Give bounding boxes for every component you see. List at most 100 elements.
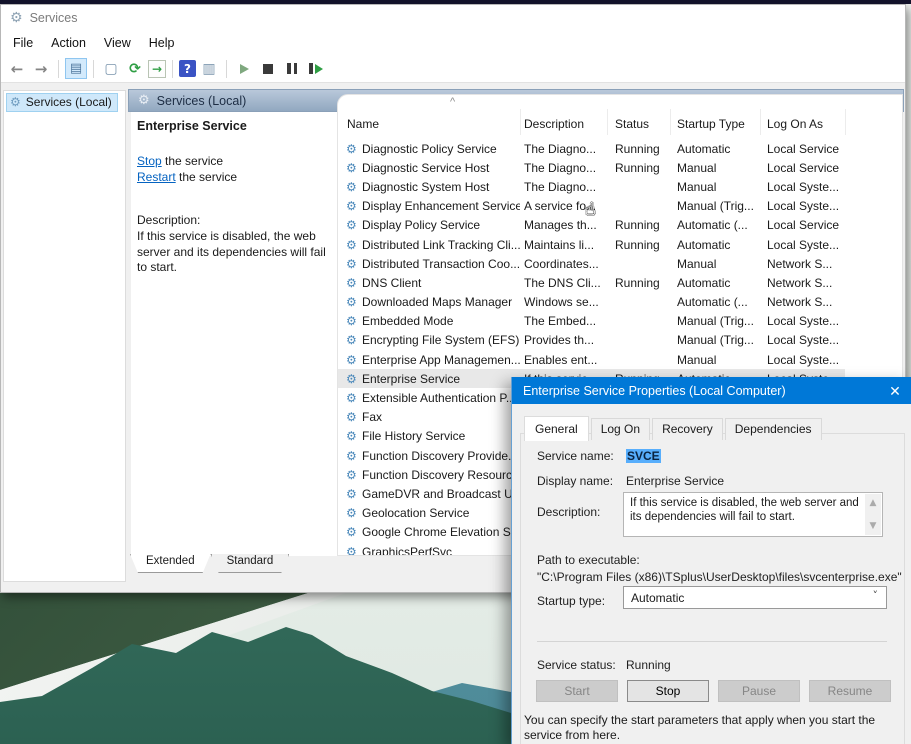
- service-action-links: Stop the service Restart the service: [137, 153, 237, 185]
- dialog-footer-text: You can specify the start parameters tha…: [524, 713, 896, 743]
- column-header-startup-type[interactable]: Startup Type: [677, 117, 745, 131]
- cell-description: The Embed...: [520, 314, 607, 328]
- startup-type-value: Automatic: [631, 591, 684, 605]
- export-list-icon[interactable]: →: [148, 60, 166, 78]
- stop-service-link[interactable]: Stop: [137, 154, 162, 168]
- table-row[interactable]: ⚙Downloaded Maps ManagerWindows se...Aut…: [338, 293, 845, 312]
- cell-startup-type: Automatic: [670, 238, 760, 252]
- console-tree-icon[interactable]: ▤: [65, 58, 87, 79]
- dialog-tabs: GeneralLog OnRecoveryDependencies: [524, 416, 824, 440]
- startup-type-label: Startup type:: [537, 594, 605, 608]
- table-row[interactable]: ⚙Diagnostic Service HostThe Diagno...Run…: [338, 158, 845, 177]
- column-header-description[interactable]: Description: [524, 117, 584, 131]
- cell-name: Function Discovery Resourc...: [362, 468, 520, 482]
- service-gear-icon: ⚙: [338, 353, 362, 367]
- service-gear-icon: ⚙: [338, 238, 362, 252]
- description-textbox-value: If this service is disabled, the web ser…: [630, 497, 859, 523]
- column-separator: [760, 109, 761, 135]
- cell-startup-type: Manual: [670, 161, 760, 175]
- tree-item-services-local[interactable]: ⚙ Services (Local): [6, 93, 118, 112]
- stop-service-icon[interactable]: [257, 58, 279, 79]
- forward-icon[interactable]: →: [30, 58, 52, 79]
- selected-service-title: Enterprise Service: [137, 119, 247, 133]
- column-header-log-on-as[interactable]: Log On As: [767, 117, 823, 131]
- cell-log-on-as: Local Syste...: [760, 353, 845, 367]
- service-name-value[interactable]: SVCE: [626, 449, 661, 463]
- service-gear-icon: ⚙: [338, 218, 362, 232]
- toolbar-separator: [93, 60, 94, 78]
- table-row[interactable]: ⚙Enterprise App Managemen...Enables ent.…: [338, 350, 845, 369]
- toolbar-separator: [172, 60, 173, 78]
- cell-name: GameDVR and Broadcast Us...: [362, 487, 520, 501]
- table-row[interactable]: ⚙Diagnostic Policy ServiceThe Diagno...R…: [338, 139, 845, 158]
- cell-description: The Diagno...: [520, 142, 607, 156]
- cell-name: Enterprise Service: [362, 372, 520, 386]
- cell-name: Distributed Transaction Coo...: [362, 257, 520, 271]
- cell-startup-type: Manual: [670, 257, 760, 271]
- table-row[interactable]: ⚙Diagnostic System HostThe Diagno...Manu…: [338, 177, 845, 196]
- table-row[interactable]: ⚙Embedded ModeThe Embed...Manual (Trig..…: [338, 312, 845, 331]
- cell-name: DNS Client: [362, 276, 520, 290]
- table-row[interactable]: ⚙Distributed Transaction Coo...Coordinat…: [338, 254, 845, 273]
- restart-service-link[interactable]: Restart: [137, 170, 176, 184]
- sort-ascending-icon[interactable]: ^: [450, 96, 455, 108]
- cell-name: Downloaded Maps Manager: [362, 295, 520, 309]
- service-gear-icon: ⚙: [338, 142, 362, 156]
- tab-general[interactable]: General: [524, 416, 589, 441]
- cell-name: Extensible Authentication P...: [362, 391, 520, 405]
- back-icon[interactable]: ←: [6, 58, 28, 79]
- cell-description: Enables ent...: [520, 353, 607, 367]
- view-tab-extended[interactable]: Extended: [130, 554, 211, 573]
- pane-header-title: Services (Local): [157, 94, 247, 108]
- menu-action[interactable]: Action: [42, 33, 95, 53]
- view-tab-standard[interactable]: Standard: [211, 554, 290, 573]
- service-description-text: If this service is disabled, the web ser…: [137, 229, 335, 276]
- cell-log-on-as: Local Service: [760, 142, 845, 156]
- service-gear-icon: ⚙: [338, 199, 362, 213]
- console-tree-pane: ⚙ Services (Local): [3, 90, 126, 582]
- start-service-icon[interactable]: [233, 58, 255, 79]
- services-gear-icon: ⚙: [10, 10, 23, 26]
- column-header-name[interactable]: Name: [347, 117, 379, 131]
- help-icon[interactable]: ?: [179, 60, 196, 77]
- tab-recovery[interactable]: Recovery: [652, 418, 723, 440]
- cell-startup-type: Automatic (...: [670, 218, 760, 232]
- startup-type-select[interactable]: Automatic ˅: [623, 586, 887, 609]
- menu-help[interactable]: Help: [140, 33, 184, 53]
- service-gear-icon: ⚙: [338, 487, 362, 501]
- restart-service-icon[interactable]: [305, 58, 327, 79]
- action-pane-icon[interactable]: ▥: [198, 58, 220, 79]
- refresh-icon[interactable]: ⟳: [124, 58, 146, 79]
- description-scrollbar[interactable]: ▲ ▼: [865, 494, 881, 535]
- start-button[interactable]: Start: [536, 680, 618, 702]
- pause-service-icon[interactable]: [281, 58, 303, 79]
- table-row[interactable]: ⚙Distributed Link Tracking Cli...Maintai…: [338, 235, 845, 254]
- cell-name: File History Service: [362, 429, 520, 443]
- properties-window-icon[interactable]: ▢: [100, 58, 122, 79]
- column-header-status[interactable]: Status: [615, 117, 649, 131]
- tab-dependencies[interactable]: Dependencies: [725, 418, 822, 440]
- scroll-down-icon[interactable]: ▼: [870, 519, 877, 533]
- pause-button[interactable]: Pause: [718, 680, 800, 702]
- table-row[interactable]: ⚙DNS ClientThe DNS Cli...RunningAutomati…: [338, 273, 845, 292]
- table-row[interactable]: ⚙Encrypting File System (EFS)Provides th…: [338, 331, 845, 350]
- stop-button[interactable]: Stop: [627, 680, 709, 702]
- dialog-title: Enterprise Service Properties (Local Com…: [523, 384, 786, 398]
- window-titlebar[interactable]: ⚙ Services: [1, 5, 905, 31]
- close-icon[interactable]: ✕: [886, 382, 904, 400]
- menu-file[interactable]: File: [4, 33, 42, 53]
- cell-status: Running: [607, 142, 670, 156]
- tab-log-on[interactable]: Log On: [591, 418, 650, 440]
- dialog-titlebar[interactable]: Enterprise Service Properties (Local Com…: [512, 377, 911, 404]
- resume-button[interactable]: Resume: [809, 680, 891, 702]
- cell-startup-type: Automatic: [670, 276, 760, 290]
- dialog-buttons: Start Stop Pause Resume: [536, 680, 891, 702]
- description-textbox[interactable]: If this service is disabled, the web ser…: [623, 492, 883, 537]
- service-gear-icon: ⚙: [338, 276, 362, 290]
- cell-description: Coordinates...: [520, 257, 607, 271]
- cell-startup-type: Manual (Trig...: [670, 199, 760, 213]
- cell-name: Distributed Link Tracking Cli...: [362, 238, 520, 252]
- scroll-up-icon[interactable]: ▲: [870, 496, 877, 510]
- menu-view[interactable]: View: [95, 33, 140, 53]
- cell-name: Diagnostic Policy Service: [362, 142, 520, 156]
